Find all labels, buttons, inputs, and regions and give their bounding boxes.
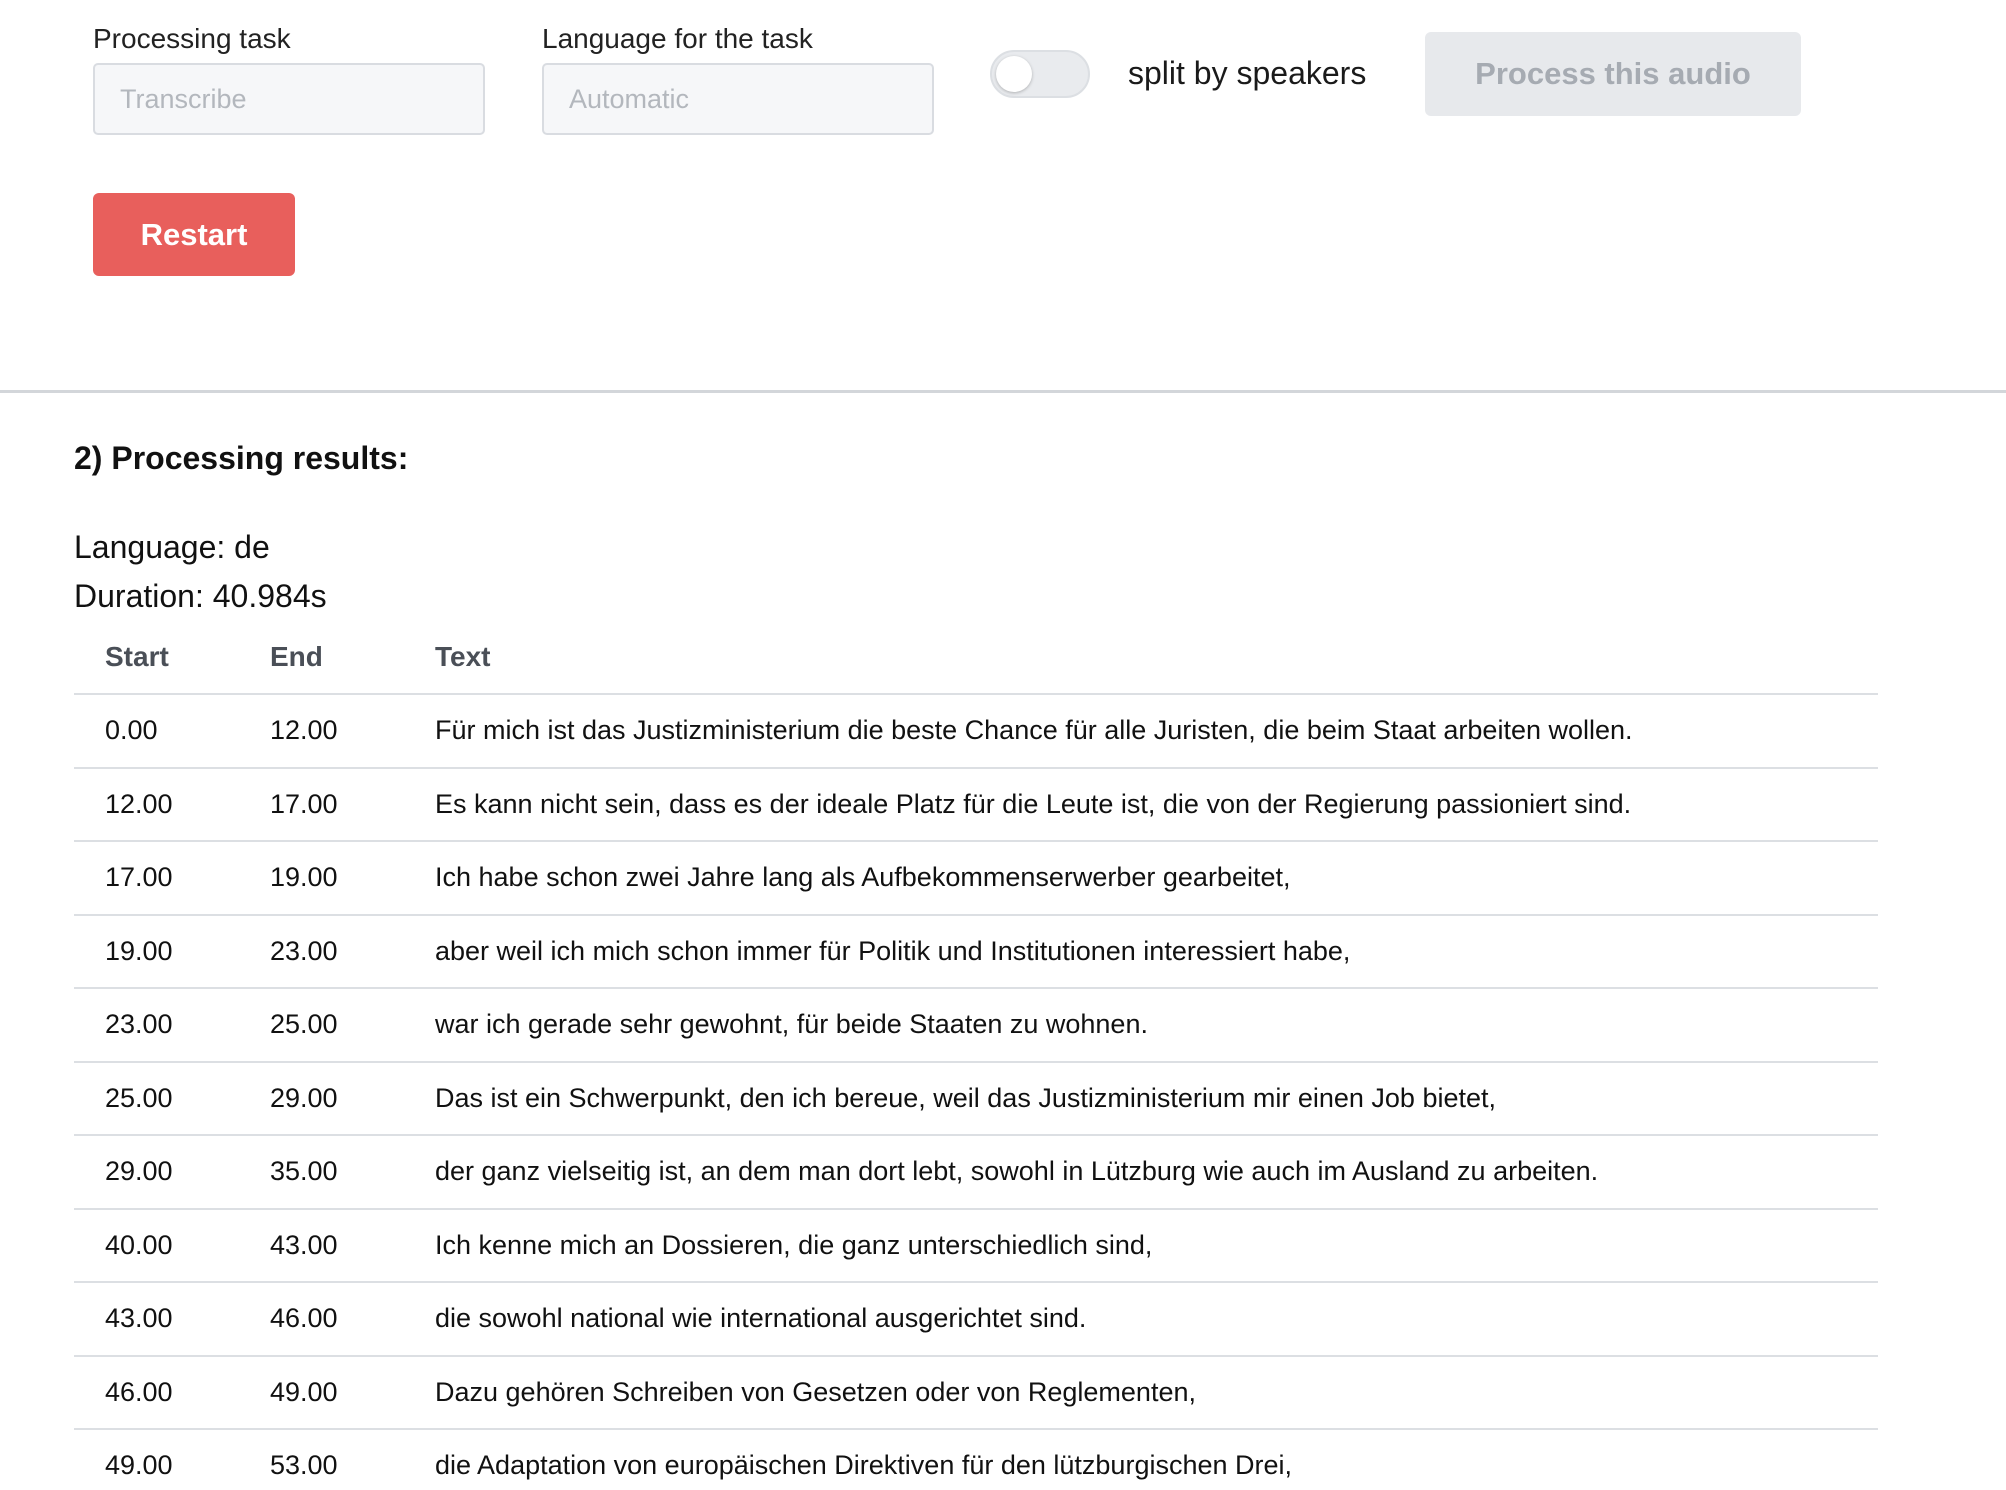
table-row: 12.00 17.00 Es kann nicht sein, dass es …	[74, 767, 1878, 842]
cell-end: 19.00	[239, 841, 404, 916]
cell-text: Das ist ein Schwerpunkt, den ich bereue,…	[404, 1061, 1878, 1136]
cell-text: der ganz vielseitig ist, an dem man dort…	[404, 1135, 1878, 1210]
column-header-start: Start	[74, 620, 239, 695]
restart-button[interactable]: Restart	[93, 193, 295, 276]
table-row: 40.00 43.00 Ich kenne mich an Dossieren,…	[74, 1208, 1878, 1283]
language-info-value: de	[234, 529, 270, 565]
split-speakers-label: split by speakers	[1128, 55, 1367, 91]
language-label: Language for the task	[542, 23, 813, 54]
cell-start: 49.00	[74, 1429, 239, 1490]
language-input[interactable]	[542, 63, 934, 135]
cell-end: 23.00	[239, 914, 404, 989]
cell-end: 29.00	[239, 1061, 404, 1136]
column-header-end: End	[239, 620, 404, 695]
language-info-label: Language:	[74, 529, 235, 565]
cell-end: 53.00	[239, 1429, 404, 1490]
process-audio-button[interactable]: Process this audio	[1425, 32, 1801, 116]
page: Processing task Language for the task sp…	[0, 0, 2006, 1490]
cell-text: Dazu gehören Schreiben von Gesetzen oder…	[404, 1355, 1878, 1430]
cell-start: 43.00	[74, 1282, 239, 1357]
cell-start: 23.00	[74, 988, 239, 1063]
cell-text: die sowohl national wie international au…	[404, 1282, 1878, 1357]
cell-text: Ich kenne mich an Dossieren, die ganz un…	[404, 1208, 1878, 1283]
cell-start: 12.00	[74, 767, 239, 842]
cell-text: Es kann nicht sein, dass es der ideale P…	[404, 767, 1878, 842]
cell-start: 29.00	[74, 1135, 239, 1210]
results-heading: 2) Processing results:	[74, 440, 409, 476]
cell-start: 40.00	[74, 1208, 239, 1283]
cell-text: Für mich ist das Justizministerium die b…	[404, 694, 1878, 769]
cell-text: aber weil ich mich schon immer für Polit…	[404, 914, 1878, 989]
processing-task-input[interactable]	[93, 63, 485, 135]
table-row: 46.00 49.00 Dazu gehören Schreiben von G…	[74, 1355, 1878, 1430]
table-row: 19.00 23.00 aber weil ich mich schon imm…	[74, 914, 1878, 989]
duration-info-label: Duration:	[74, 578, 213, 614]
cell-start: 25.00	[74, 1061, 239, 1136]
cell-start: 17.00	[74, 841, 239, 916]
processing-task-label: Processing task	[93, 23, 291, 54]
column-header-text: Text	[404, 620, 1878, 695]
toggle-knob	[996, 56, 1032, 92]
cell-end: 35.00	[239, 1135, 404, 1210]
cell-start: 0.00	[74, 694, 239, 769]
table-row: 25.00 29.00 Das ist ein Schwerpunkt, den…	[74, 1061, 1878, 1136]
cell-text: die Adaptation von europäischen Direktiv…	[404, 1429, 1878, 1490]
cell-text: war ich gerade sehr gewohnt, für beide S…	[404, 988, 1878, 1063]
cell-end: 46.00	[239, 1282, 404, 1357]
cell-end: 43.00	[239, 1208, 404, 1283]
language-info: Language: de	[74, 531, 270, 563]
table-header-row: Start End Text	[74, 620, 1878, 695]
results-table: Start End Text 0.00 12.00 Für mich ist d…	[74, 620, 1878, 1490]
cell-end: 12.00	[239, 694, 404, 769]
table-row: 23.00 25.00 war ich gerade sehr gewohnt,…	[74, 988, 1878, 1063]
table-row: 0.00 12.00 Für mich ist das Justizminist…	[74, 694, 1878, 769]
cell-start: 19.00	[74, 914, 239, 989]
cell-end: 17.00	[239, 767, 404, 842]
table-row: 29.00 35.00 der ganz vielseitig ist, an …	[74, 1135, 1878, 1210]
section-divider	[0, 390, 2006, 393]
cell-text: Ich habe schon zwei Jahre lang als Aufbe…	[404, 841, 1878, 916]
split-speakers-toggle[interactable]	[990, 50, 1090, 98]
cell-end: 25.00	[239, 988, 404, 1063]
table-row: 43.00 46.00 die sowohl national wie inte…	[74, 1282, 1878, 1357]
table-row: 49.00 53.00 die Adaptation von europäisc…	[74, 1429, 1878, 1490]
duration-info-value: 40.984s	[212, 578, 327, 614]
cell-end: 49.00	[239, 1355, 404, 1430]
duration-info: Duration: 40.984s	[74, 580, 327, 612]
cell-start: 46.00	[74, 1355, 239, 1430]
table-row: 17.00 19.00 Ich habe schon zwei Jahre la…	[74, 841, 1878, 916]
